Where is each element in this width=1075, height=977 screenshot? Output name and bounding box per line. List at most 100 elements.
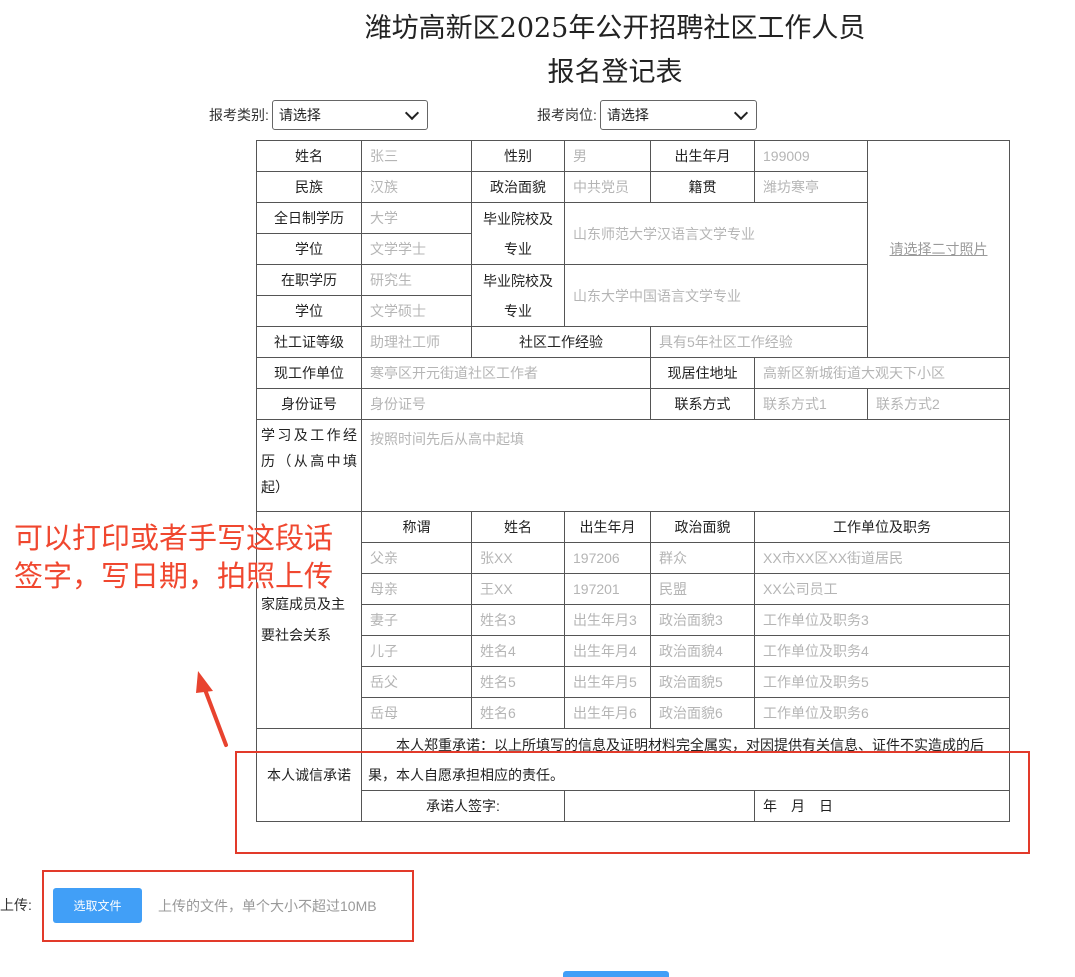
parttime-edu-label: 在职学历 [256,264,362,296]
resume-label: 学习及工作经历（从高中填起） [256,419,362,512]
family-header: 工作单位及职务 [754,511,1010,543]
family-political-input[interactable]: 民盟 [650,573,755,605]
family-relation-input[interactable]: 父亲 [361,542,472,574]
contact1-input[interactable]: 联系方式1 [754,388,868,420]
native-label: 籍贯 [650,171,755,203]
birth-label: 出生年月 [650,140,755,172]
family-employer-input[interactable]: 工作单位及职务3 [754,604,1010,636]
fulltime-degree-input[interactable]: 文学学士 [361,233,472,265]
family-political-input[interactable]: 政治面貌3 [650,604,755,636]
category-label: 报考类别: [209,107,269,123]
family-name-input[interactable]: 姓名5 [471,666,565,698]
birth-input[interactable]: 199009 [754,140,868,172]
handwritten-annotation: 可以打印或者手写这段话 签字，写日期，拍照上传 [14,519,333,595]
political-label: 政治面貌 [471,171,565,203]
family-row: 儿子 姓名4 出生年月4 政治面貌4 工作单位及职务4 [257,635,1010,667]
family-employer-input[interactable]: 工作单位及职务6 [754,697,1010,729]
employer-input[interactable]: 寒亭区开元街道社区工作者 [361,357,651,389]
upload-label: 上传: [0,897,32,913]
registration-form: 姓名 张三 性别 男 出生年月 199009 请选择二寸照片 民族 汉族 政治面… [256,140,1010,822]
gender-label: 性别 [471,140,565,172]
family-row: 岳父 姓名5 出生年月5 政治面貌5 工作单位及职务5 [257,666,1010,698]
parttime-school-input[interactable]: 山东大学中国语言文学专业 [564,264,868,327]
submit-button[interactable] [563,971,669,977]
family-name-input[interactable]: 张XX [471,542,565,574]
address-label: 现居住地址 [650,357,755,389]
family-employer-input[interactable]: XX公司员工 [754,573,1010,605]
community-exp-input[interactable]: 具有5年社区工作经验 [650,326,868,358]
family-employer-input[interactable]: 工作单位及职务5 [754,666,1010,698]
gender-input[interactable]: 男 [564,140,651,172]
parttime-edu-input[interactable]: 研究生 [361,264,472,296]
family-political-input[interactable]: 群众 [650,542,755,574]
family-political-input[interactable]: 政治面貌5 [650,666,755,698]
annotation-line: 签字，写日期，拍照上传 [14,559,334,593]
native-input[interactable]: 潍坊寒亭 [754,171,868,203]
family-employer-input[interactable]: 工作单位及职务4 [754,635,1010,667]
position-select-row: 报考岗位: 请选择 [537,100,757,130]
family-header: 出生年月 [564,511,651,543]
parttime-degree-input[interactable]: 文学硕士 [361,295,472,327]
contact2-input[interactable]: 联系方式2 [867,388,1010,420]
chevron-down-icon [404,105,419,120]
social-cert-input[interactable]: 助理社工师 [361,326,472,358]
ethnic-input[interactable]: 汉族 [361,171,472,203]
fulltime-edu-input[interactable]: 大学 [361,202,472,234]
parttime-school-label: 毕业院校及专业 [471,264,565,327]
family-row: 妻子 姓名3 出生年月3 政治面貌3 工作单位及职务3 [257,604,1010,636]
family-birth-input[interactable]: 出生年月4 [564,635,651,667]
position-select-value: 请选择 [606,107,649,123]
family-employer-input[interactable]: XX市XX区XX街道居民 [754,542,1010,574]
annotation-arrow-icon [196,671,228,747]
family-political-input[interactable]: 政治面貌4 [650,635,755,667]
employer-label: 现工作单位 [256,357,362,389]
id-label: 身份证号 [256,388,362,420]
choose-file-button[interactable]: 选取文件 [53,888,142,923]
family-relation-input[interactable]: 岳母 [361,697,472,729]
family-birth-input[interactable]: 197206 [564,542,651,574]
name-label: 姓名 [256,140,362,172]
family-header: 姓名 [471,511,565,543]
family-name-input[interactable]: 姓名4 [471,635,565,667]
id-input[interactable]: 身份证号 [361,388,651,420]
category-select-value: 请选择 [278,107,321,123]
upload-hint: 上传的文件，单个大小不超过10MB [158,898,377,914]
family-political-input[interactable]: 政治面貌6 [650,697,755,729]
family-row: 岳母 姓名6 出生年月6 政治面貌6 工作单位及职务6 [257,697,1010,729]
annotation-line: 可以打印或者手写这段话 [14,521,334,555]
page-title: 潍坊高新区2025年公开招聘社区工作人员 [364,13,866,44]
resume-textarea[interactable]: 按照时间先后从高中起填 [361,419,1010,512]
fulltime-school-label: 毕业院校及专业 [471,202,565,265]
family-relation-input[interactable]: 岳父 [361,666,472,698]
family-header: 政治面貌 [650,511,755,543]
political-input[interactable]: 中共党员 [564,171,651,203]
name-input[interactable]: 张三 [361,140,472,172]
community-exp-label: 社区工作经验 [471,326,651,358]
fulltime-school-input[interactable]: 山东师范大学汉语言文学专业 [564,202,868,265]
family-birth-input[interactable]: 197201 [564,573,651,605]
category-select[interactable]: 请选择 [271,100,428,130]
social-cert-label: 社工证等级 [256,326,362,358]
photo-upload-link[interactable]: 请选择二寸照片 [867,140,1010,358]
contact-label: 联系方式 [650,388,755,420]
family-birth-input[interactable]: 出生年月5 [564,666,651,698]
family-row: 父亲 张XX 197206 群众 XX市XX区XX街道居民 [257,542,1010,574]
ethnic-label: 民族 [256,171,362,203]
page-subtitle: 报名登记表 [547,57,683,88]
family-name-input[interactable]: 姓名3 [471,604,565,636]
fulltime-edu-label: 全日制学历 [256,202,362,234]
family-birth-input[interactable]: 出生年月6 [564,697,651,729]
family-name-input[interactable]: 姓名6 [471,697,565,729]
chevron-down-icon [733,105,748,120]
category-select-row: 报考类别: 请选择 [209,100,428,130]
position-select[interactable]: 请选择 [599,100,757,130]
family-relation-input[interactable]: 母亲 [361,573,472,605]
family-relation-input[interactable]: 儿子 [361,635,472,667]
family-name-input[interactable]: 王XX [471,573,565,605]
address-input[interactable]: 高新区新城街道大观天下小区 [754,357,1010,389]
family-row: 母亲 王XX 197201 民盟 XX公司员工 [257,573,1010,605]
fulltime-degree-label: 学位 [256,233,362,265]
pledge-highlight-box [235,751,1030,854]
family-birth-input[interactable]: 出生年月3 [564,604,651,636]
family-relation-input[interactable]: 妻子 [361,604,472,636]
